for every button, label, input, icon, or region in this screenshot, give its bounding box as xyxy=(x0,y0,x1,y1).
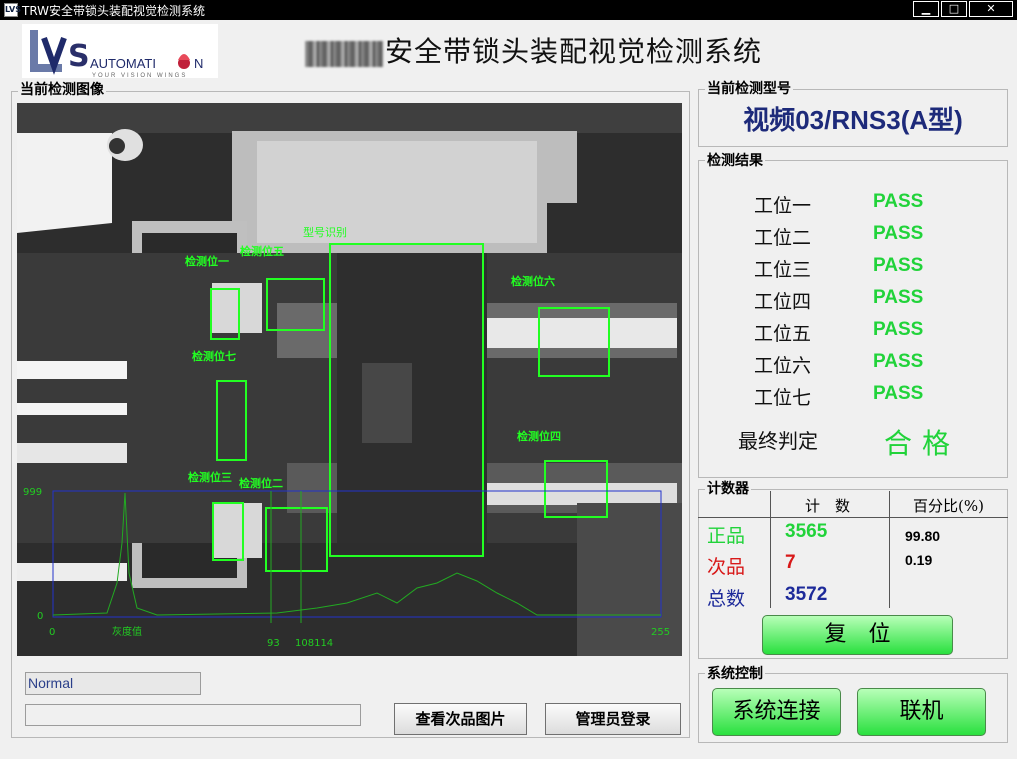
blurred-brand xyxy=(305,40,383,67)
hist-xmax: 255 xyxy=(651,627,670,638)
region-label-4: 检测位四 xyxy=(517,429,561,443)
system-connect-button[interactable]: 系统连接 xyxy=(712,688,841,736)
region-label-3: 检测位三 xyxy=(188,470,232,484)
hist-marker2: 108114 xyxy=(295,638,333,649)
admin-login-button[interactable]: 管理员登录 xyxy=(545,703,681,735)
result-panel-label: 检测结果 xyxy=(705,150,765,170)
inspection-image: 检测位一 检测位五 型号识别 检测位六 检测位七 检测位四 检测位三 检测位二 … xyxy=(17,103,682,656)
final-judgement-label: 最终判定 xyxy=(738,429,818,453)
hist-xmin: 0 xyxy=(49,627,55,638)
image-panel-label: 当前检测图像 xyxy=(18,79,106,99)
station-label-5: 工位五 xyxy=(754,323,812,345)
counter-total-count: 3572 xyxy=(785,584,828,605)
station-label-2: 工位二 xyxy=(754,227,812,249)
station-result-7: PASS xyxy=(873,383,924,404)
logo-text: AUTOMATI xyxy=(90,56,156,71)
counter-col-pct: 百分比(%) xyxy=(913,497,984,515)
reset-button[interactable]: 复 位 xyxy=(762,615,953,655)
progress-bar xyxy=(25,704,361,726)
hist-peak-label: 灰度值 xyxy=(112,625,142,638)
minimize-button[interactable]: ▁ xyxy=(913,1,939,17)
station-label-7: 工位七 xyxy=(754,387,812,409)
maximize-button[interactable]: □ xyxy=(941,1,967,17)
status-text: Normal xyxy=(25,672,201,695)
region-label-5: 检测位五 xyxy=(240,244,284,258)
svg-text:N: N xyxy=(194,56,203,71)
model-panel-label: 当前检测型号 xyxy=(705,78,793,98)
app-icon: LVS xyxy=(4,3,21,17)
online-button[interactable]: 联机 xyxy=(857,688,986,736)
inspection-image-viewer[interactable]: 检测位一 检测位五 型号识别 检测位六 检测位七 检测位四 检测位三 检测位二 … xyxy=(17,103,682,656)
station-label-1: 工位一 xyxy=(754,195,812,217)
logo-slogan: YOUR VISION WINGS xyxy=(92,73,187,78)
system-panel-label: 系统控制 xyxy=(705,663,765,683)
counter-bad-pct: 0.19 xyxy=(905,552,933,568)
station-result-5: PASS xyxy=(873,319,924,340)
counter-bad-label: 次品 xyxy=(707,556,746,578)
hist-ymin: 0 xyxy=(37,611,43,622)
station-result-6: PASS xyxy=(873,351,924,372)
svg-text:S: S xyxy=(68,39,90,74)
counter-col-divider-2 xyxy=(889,491,890,608)
station-label-4: 工位四 xyxy=(754,291,812,313)
counter-header-divider xyxy=(698,517,1008,518)
window-titlebar: LVS TRW安全带锁头装配视觉检测系统 ▁ □ ✕ xyxy=(0,0,1017,20)
region-label-model: 型号识别 xyxy=(303,225,347,239)
close-button[interactable]: ✕ xyxy=(969,1,1013,17)
counter-good-label: 正品 xyxy=(707,525,746,547)
counter-col-count: 计 数 xyxy=(805,497,851,515)
station-result-4: PASS xyxy=(873,287,924,308)
app-title: 安全带锁头装配视觉检测系统 xyxy=(305,30,762,70)
counter-col-divider-1 xyxy=(770,491,771,608)
company-logo: S AUTOMATI N YOUR VISION WINGS xyxy=(22,24,218,79)
station-label-3: 工位三 xyxy=(754,259,812,281)
hist-marker1: 93 xyxy=(267,638,280,649)
final-judgement-value: 合格 xyxy=(884,427,961,460)
counter-bad-count: 7 xyxy=(785,552,796,573)
counter-total-label: 总数 xyxy=(707,588,746,610)
counter-good-count: 3565 xyxy=(785,521,828,542)
station-result-2: PASS xyxy=(873,223,924,244)
region-label-7: 检测位七 xyxy=(192,349,236,363)
region-label-1: 检测位一 xyxy=(185,254,229,268)
window-title: TRW安全带锁头装配视觉检测系统 xyxy=(22,3,206,18)
lvs-logo-icon: S AUTOMATI N YOUR VISION WINGS xyxy=(30,30,203,79)
region-label-2: 检测位二 xyxy=(239,476,283,490)
counter-good-pct: 99.80 xyxy=(905,528,941,544)
station-result-3: PASS xyxy=(873,255,924,276)
model-value: 视频03/RNS3(A型) xyxy=(743,105,963,135)
hist-ymax: 999 xyxy=(23,487,42,498)
station-result-1: PASS xyxy=(873,191,924,212)
region-label-6: 检测位六 xyxy=(511,274,555,288)
view-defects-button[interactable]: 查看次品图片 xyxy=(394,703,527,735)
station-label-6: 工位六 xyxy=(754,355,812,377)
counter-panel-label: 计数器 xyxy=(705,478,751,498)
